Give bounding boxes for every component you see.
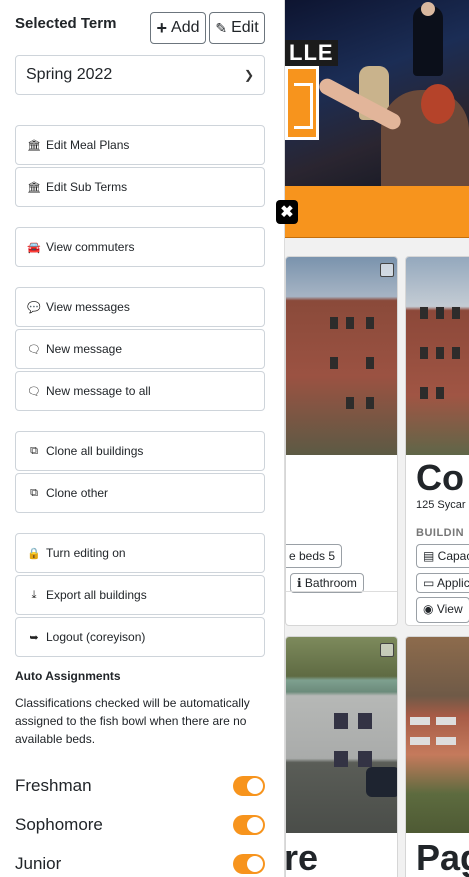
clone-all-buildings-button[interactable]: ⧉ Clone all buildings	[15, 431, 265, 471]
plus-icon: +	[156, 17, 168, 38]
sign-out-icon: ➥	[29, 631, 39, 644]
turn-editing-on-button[interactable]: 🔒 Turn editing on	[15, 533, 265, 573]
building-title: Co	[416, 457, 464, 498]
bank-icon: 🏛	[27, 139, 41, 152]
term-select[interactable]: Spring 2022 ❯	[15, 55, 265, 95]
comment-icon: 🗨	[27, 343, 41, 356]
auto-assignments-description: Classifications checked will be automati…	[15, 696, 250, 746]
download-icon: ⤓	[31, 588, 37, 601]
background-content: LLE e beds 5 ℹ Bathroom Co 125 Sycar BUI…	[285, 0, 469, 877]
capacity-pill: ▤ Capac	[416, 544, 469, 568]
toggle-knob	[247, 817, 263, 833]
building-select-checkbox[interactable]	[380, 263, 394, 277]
building-icon: ▤	[423, 549, 438, 563]
building-photo	[286, 257, 397, 455]
chevron-down-icon: ❯	[243, 68, 254, 82]
edit-sub-terms-button[interactable]: 🏛 Edit Sub Terms	[15, 167, 265, 207]
building-title: re	[285, 837, 319, 877]
info-icon: ℹ	[297, 576, 305, 590]
comments-icon: 💬	[27, 301, 41, 314]
classification-label: Sophomore	[15, 815, 103, 834]
view-commuters-button[interactable]: 🚘 View commuters	[15, 227, 265, 267]
classification-row-freshman: Freshman	[15, 774, 265, 798]
pencil-icon: ✎	[215, 19, 228, 36]
eye-icon: ◉	[423, 602, 437, 616]
clone-other-button[interactable]: ⧉ Clone other	[15, 473, 265, 513]
building-category: BUILDIN	[416, 527, 465, 539]
edit-term-button[interactable]: ✎ Edit	[209, 12, 265, 44]
hero-logo-block	[285, 66, 319, 140]
car-icon: 🚘	[27, 241, 41, 254]
export-all-buildings-button[interactable]: ⤓ Export all buildings	[15, 575, 265, 615]
building-card: re	[285, 636, 398, 877]
folder-icon: ▭	[423, 576, 438, 590]
hero-figure	[381, 84, 469, 186]
bathroom-pill: ℹ Bathroom	[290, 573, 364, 593]
building-photo	[406, 257, 469, 455]
freshman-toggle[interactable]	[233, 776, 265, 796]
clone-icon: ⧉	[30, 486, 38, 499]
view-messages-button[interactable]: 💬 View messages	[15, 287, 265, 327]
applications-pill: ▭ Applic	[416, 573, 469, 593]
building-card: e beds 5 ℹ Bathroom	[285, 256, 398, 626]
classification-row-junior: Junior	[15, 852, 265, 876]
orange-banner	[285, 186, 469, 238]
building-card: Pag	[405, 636, 469, 877]
building-photo	[406, 637, 469, 833]
building-title: Pag	[416, 837, 469, 877]
bank-icon: 🏛	[27, 181, 41, 194]
junior-toggle[interactable]	[233, 854, 265, 874]
classification-label: Freshman	[15, 776, 92, 795]
classification-label: Junior	[15, 854, 62, 873]
sophomore-toggle[interactable]	[233, 815, 265, 835]
building-address: 125 Sycar	[416, 499, 466, 511]
building-card: Co 125 Sycar BUILDIN ▤ Capac ▭ Applic ◉ …	[405, 256, 469, 626]
hero-figure	[413, 2, 443, 76]
new-message-to-all-button[interactable]: 🗨 New message to all	[15, 371, 265, 411]
view-building-button[interactable]: ◉ View	[416, 597, 469, 623]
add-term-button[interactable]: + Add	[150, 12, 206, 44]
hero-banner-image: LLE	[285, 0, 469, 186]
term-select-value: Spring 2022	[26, 66, 113, 83]
edit-meal-plans-button[interactable]: 🏛 Edit Meal Plans	[15, 125, 265, 165]
hero-logo-text: LLE	[285, 40, 338, 66]
toggle-knob	[247, 778, 263, 794]
beds-pill: e beds 5	[286, 544, 343, 568]
close-icon: ✖	[280, 204, 294, 221]
logout-button[interactable]: ➥ Logout (coreyison)	[15, 617, 265, 657]
sidebar-title: Selected Term	[15, 15, 117, 32]
comment-icon: 🗨	[27, 385, 41, 398]
close-sidebar-button[interactable]: ✖	[276, 200, 298, 224]
toggle-knob	[247, 856, 263, 872]
building-photo	[286, 637, 397, 833]
clone-icon: ⧉	[30, 444, 38, 457]
building-select-checkbox[interactable]	[380, 643, 394, 657]
classification-row-sophomore: Sophomore	[15, 813, 265, 837]
new-message-button[interactable]: 🗨 New message	[15, 329, 265, 369]
auto-assignments-title: Auto Assignments	[15, 669, 121, 683]
lock-icon: 🔒	[27, 547, 41, 560]
term-sidebar: Selected Term + Add ✎ Edit Spring 2022 ❯…	[0, 0, 285, 877]
